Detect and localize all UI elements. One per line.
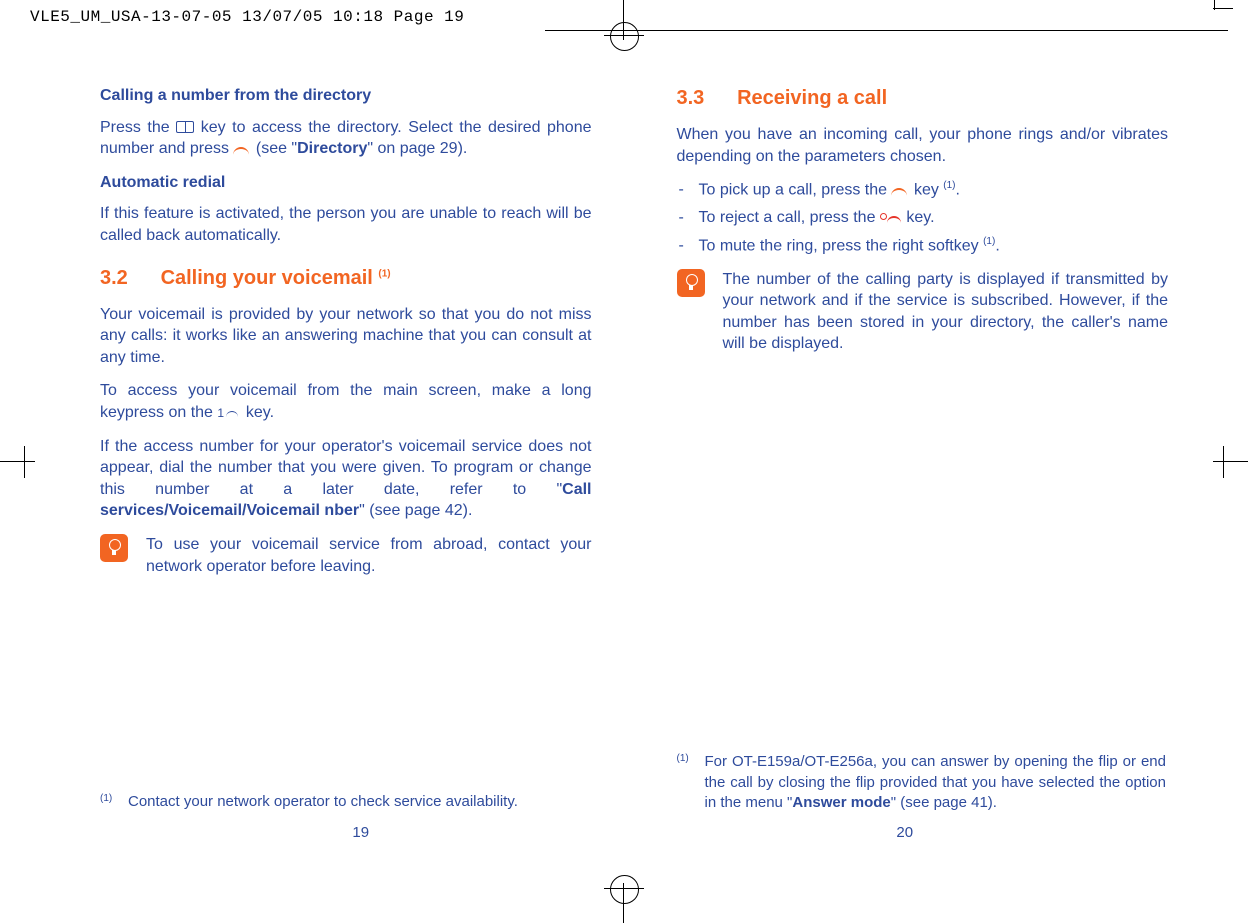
para-voicemail-1: Your voicemail is provided by your netwo… [100,304,592,369]
send-key-icon [891,185,909,195]
registration-mark-top [604,0,644,40]
text: . [995,237,999,254]
trim-mark [1214,0,1215,10]
text: key. [246,404,274,421]
footnote-text: For OT-E159a/OT-E256a, you can answer by… [705,752,1167,813]
list-item-pickup: To pick up a call, press the key (1). [677,179,1169,201]
footnote-1-right: (1) For OT-E159a/OT-E256a, you can answe… [677,752,1169,813]
tip-text: To use your voicemail service from abroa… [146,534,592,577]
text: " (see page 41). [891,794,997,811]
page-spread: Calling a number from the directory Pres… [90,85,1178,843]
list-item-reject: To reject a call, press the key. [677,207,1169,229]
heading-automatic-redial: Automatic redial [100,172,592,194]
text: " (see page 42). [359,502,472,519]
footnote-ref: (1) [943,180,955,191]
registration-mark-right [1213,442,1248,482]
registration-mark-left [0,442,35,482]
heading-calling-from-directory: Calling a number from the directory [100,85,592,107]
para-calldir: Press the key to access the directory. S… [100,117,592,160]
text: To pick up a call, press the [699,182,892,199]
lightbulb-icon [100,534,128,562]
footnote-marker: (1) [677,752,705,766]
text: . [956,182,960,199]
text: To reject a call, press the [699,209,880,226]
list-item-mute: To mute the ring, press the right softke… [677,235,1169,257]
section-number: 3.3 [677,85,732,112]
page-number: 20 [632,823,1179,843]
text: (see " [256,140,297,157]
text: To mute the ring, press the right softke… [699,237,984,254]
section-number: 3.2 [100,265,155,292]
print-slug: VLE5_UM_USA-13-07-05 13/07/05 10:18 Page… [30,8,464,26]
tip-text: The number of the calling party is displ… [723,269,1169,355]
text-bold: Directory [297,140,367,157]
para-receiving-intro: When you have an incoming call, your pho… [677,124,1169,167]
para-voicemail-2: To access your voicemail from the main s… [100,380,592,423]
footnote-ref: (1) [378,268,390,279]
footnote-ref: (1) [983,236,995,247]
section-3-2-heading: 3.2 Calling your voicemail (1) [100,265,592,292]
section-title: Receiving a call [737,87,887,109]
page-19: Calling a number from the directory Pres… [90,85,632,843]
tip-voicemail-abroad: To use your voicemail service from abroa… [100,534,592,577]
lightbulb-icon [677,269,705,297]
trim-mark [1213,8,1233,9]
section-title: Calling your voicemail [161,267,379,289]
text: Press the [100,119,176,136]
footnote-marker: (1) [100,792,128,806]
receiving-call-list: To pick up a call, press the key (1). To… [677,179,1169,256]
footnote-text: Contact your network operator to check s… [128,792,605,812]
tip-caller-id: The number of the calling party is displ… [677,269,1169,355]
send-key-icon [233,144,251,154]
page-20: 3.3 Receiving a call When you have an in… [632,85,1179,843]
end-key-icon [880,213,902,223]
page-number: 19 [90,823,632,843]
key-1-icon [217,407,241,419]
text: " on page 29). [367,140,467,157]
print-rule [545,30,1228,31]
text-bold: Answer mode [792,794,890,811]
text: If the access number for your operator's… [100,438,592,498]
section-3-3-heading: 3.3 Receiving a call [677,85,1169,112]
text: key [914,182,943,199]
footnote-1-left: (1)Contact your network operator to chec… [100,792,607,813]
text: To access your voicemail from the main s… [100,382,592,421]
registration-mark-bottom [604,883,644,923]
text: key. [906,209,934,226]
directory-icon [176,121,194,133]
para-auto-redial: If this feature is activated, the person… [100,203,592,246]
para-voicemail-3: If the access number for your operator's… [100,436,592,522]
